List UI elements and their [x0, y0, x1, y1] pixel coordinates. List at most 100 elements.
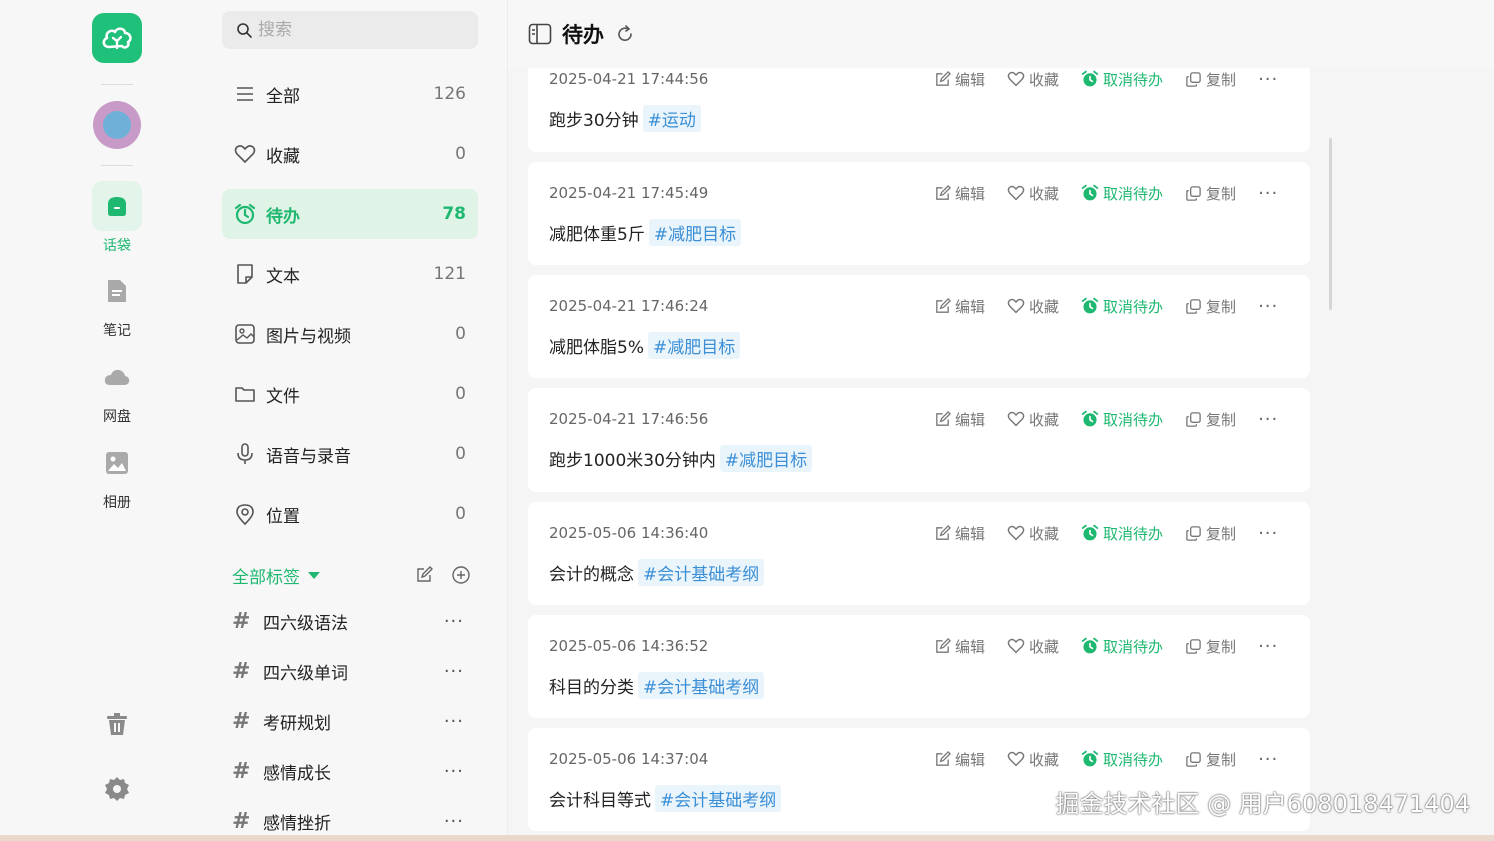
tag-label: 四六级语法: [263, 613, 348, 634]
nav-item-bag[interactable]: 话袋: [88, 181, 146, 255]
copy-icon: [1186, 298, 1201, 314]
note-icon: [108, 280, 126, 302]
timestamp: 2025-04-21 17:46:24: [549, 297, 709, 315]
copy-button[interactable]: 复制: [1185, 523, 1236, 544]
favorite-button[interactable]: 收藏: [1007, 636, 1059, 657]
hashtag-link[interactable]: #运动: [642, 105, 701, 132]
more-button[interactable]: ···: [1258, 749, 1278, 770]
category-text[interactable]: 文本 121: [222, 249, 478, 299]
hashtag-link[interactable]: #会计基础考纲: [655, 785, 782, 812]
hashtag-link[interactable]: #会计基础考纲: [638, 672, 765, 699]
category-favorites[interactable]: 收藏 0: [222, 129, 478, 179]
category-audio[interactable]: 语音与录音 0: [222, 429, 478, 479]
edit-button[interactable]: 编辑: [934, 409, 985, 430]
trash-button[interactable]: [103, 710, 131, 738]
tag-item[interactable]: # 四六级单词 ···: [232, 656, 468, 686]
hashtag-link[interactable]: #减肥目标: [648, 219, 742, 246]
copy-button[interactable]: 复制: [1185, 183, 1236, 204]
cancel-todo-button[interactable]: 取消待办: [1081, 296, 1163, 317]
edit-tags-icon[interactable]: [414, 565, 434, 585]
avatar[interactable]: [93, 101, 141, 149]
folder-icon: [234, 383, 256, 405]
copy-button[interactable]: 复制: [1185, 749, 1236, 770]
copy-label: 复制: [1206, 410, 1237, 429]
more-button[interactable]: ···: [1258, 69, 1278, 90]
todo-content: 减肥体脂5% #减肥目标: [549, 332, 741, 359]
more-button[interactable]: ···: [1258, 183, 1278, 204]
edit-button[interactable]: 编辑: [934, 523, 985, 544]
cancel-todo-button[interactable]: 取消待办: [1081, 636, 1163, 657]
search-box[interactable]: [222, 11, 478, 49]
cancel-todo-button[interactable]: 取消待办: [1081, 409, 1163, 430]
todo-card[interactable]: 2025-05-06 14:36:40 会计的概念 #会计基础考纲 编辑 收藏 取消待办 复…: [528, 502, 1310, 605]
copy-label: 复制: [1206, 297, 1237, 316]
category-location[interactable]: 位置 0: [222, 489, 478, 539]
favorite-button[interactable]: 收藏: [1007, 69, 1059, 90]
more-icon[interactable]: ···: [444, 661, 464, 682]
search-input[interactable]: [258, 20, 458, 40]
hashtag-link[interactable]: #减肥目标: [647, 332, 741, 359]
favorite-button[interactable]: 收藏: [1007, 749, 1059, 770]
edit-button[interactable]: 编辑: [934, 749, 985, 770]
tag-label: 四六级单词: [263, 663, 348, 684]
todo-text: 跑步30分钟: [549, 111, 639, 131]
more-icon[interactable]: ···: [444, 811, 464, 832]
nav-item-notes[interactable]: 笔记: [88, 266, 146, 340]
favorite-button[interactable]: 收藏: [1007, 296, 1059, 317]
copy-label: 复制: [1206, 184, 1237, 203]
more-button[interactable]: ···: [1258, 523, 1278, 544]
doc-icon: [234, 263, 256, 285]
cancel-todo-button[interactable]: 取消待办: [1081, 183, 1163, 204]
cancel-todo-button[interactable]: 取消待办: [1081, 69, 1163, 90]
more-button[interactable]: ···: [1258, 296, 1278, 317]
tags-header[interactable]: 全部标签: [232, 562, 478, 588]
todo-card[interactable]: 2025-04-21 17:46:24 减肥体脂5% #减肥目标 编辑 收藏 取消待办 复制…: [528, 275, 1310, 378]
hash-icon: #: [232, 608, 251, 634]
category-images[interactable]: 图片与视频 0: [222, 309, 478, 359]
edit-button[interactable]: 编辑: [934, 296, 985, 317]
todo-card[interactable]: 2025-04-21 17:46:56 跑步1000米30分钟内 #减肥目标 编辑 收藏…: [528, 388, 1310, 492]
nav-label: 笔记: [103, 323, 131, 339]
copy-button[interactable]: 复制: [1185, 296, 1236, 317]
cancel-todo-button[interactable]: 取消待办: [1081, 523, 1163, 544]
edit-button[interactable]: 编辑: [934, 183, 985, 204]
add-tag-icon[interactable]: [451, 565, 471, 585]
copy-button[interactable]: 复制: [1185, 69, 1236, 90]
tag-item[interactable]: # 感情挫折 ···: [232, 806, 468, 836]
favorite-button[interactable]: 收藏: [1007, 409, 1059, 430]
tag-item[interactable]: # 四六级语法 ···: [232, 606, 468, 636]
todo-card[interactable]: 2025-05-06 14:36:52 科目的分类 #会计基础考纲 编辑 收藏 取消待办 复…: [528, 615, 1310, 718]
todo-card[interactable]: 2025-04-21 17:45:49 减肥体重5斤 #减肥目标 编辑 收藏 取消待办 复制…: [528, 162, 1310, 265]
category-count: 0: [455, 144, 466, 164]
more-icon[interactable]: ···: [444, 711, 464, 732]
more-icon[interactable]: ···: [444, 761, 464, 782]
app-logo[interactable]: [92, 13, 142, 63]
refresh-icon[interactable]: [616, 25, 634, 43]
category-all[interactable]: 全部 126: [222, 69, 478, 119]
card-actions: 编辑 收藏 取消待办 复制 ···: [934, 522, 1278, 544]
copy-button[interactable]: 复制: [1185, 636, 1236, 657]
category-files[interactable]: 文件 0: [222, 369, 478, 419]
tag-item[interactable]: # 感情成长 ···: [232, 756, 468, 786]
trash-icon: [107, 713, 127, 735]
category-todo[interactable]: 待办 78: [222, 189, 478, 239]
sidebar-toggle-icon[interactable]: [528, 23, 552, 45]
cancel-todo-button[interactable]: 取消待办: [1081, 749, 1163, 770]
nav-item-album[interactable]: 相册: [88, 438, 146, 512]
copy-label: 复制: [1206, 70, 1237, 89]
more-button[interactable]: ···: [1258, 409, 1278, 430]
tag-item[interactable]: # 考研规划 ···: [232, 706, 468, 736]
card-actions: 编辑 收藏 取消待办 复制 ···: [934, 635, 1278, 657]
favorite-button[interactable]: 收藏: [1007, 523, 1059, 544]
scrollbar[interactable]: [1329, 138, 1332, 310]
settings-button[interactable]: [103, 775, 131, 803]
nav-item-cloud[interactable]: 网盘: [88, 352, 146, 426]
favorite-button[interactable]: 收藏: [1007, 183, 1059, 204]
copy-button[interactable]: 复制: [1185, 409, 1236, 430]
hashtag-link[interactable]: #减肥目标: [719, 445, 813, 472]
edit-button[interactable]: 编辑: [934, 636, 985, 657]
more-button[interactable]: ···: [1258, 636, 1278, 657]
more-icon[interactable]: ···: [444, 611, 464, 632]
edit-button[interactable]: 编辑: [934, 69, 985, 90]
hashtag-link[interactable]: #会计基础考纲: [638, 559, 765, 586]
